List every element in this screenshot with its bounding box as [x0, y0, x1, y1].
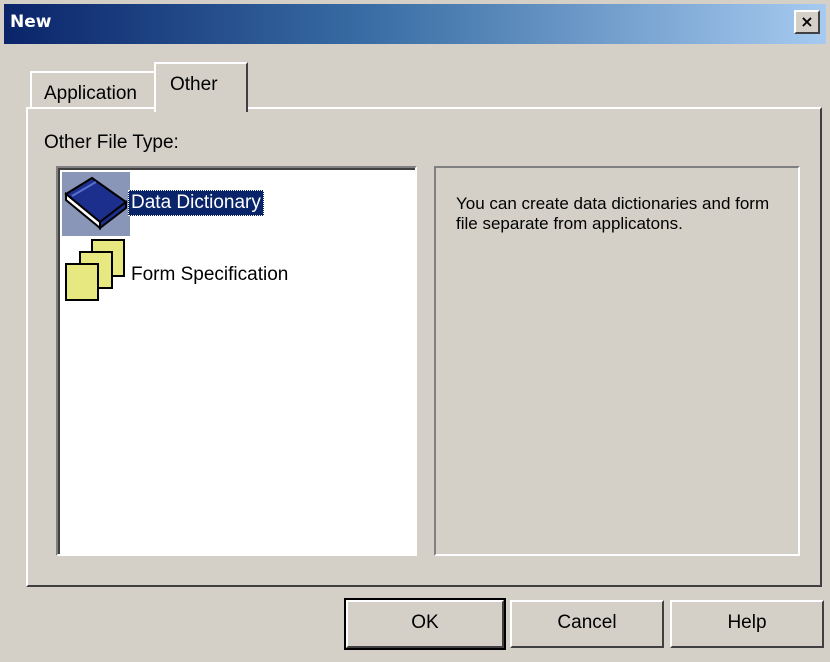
- close-button[interactable]: ×: [794, 10, 820, 34]
- cancel-button[interactable]: Cancel: [510, 600, 664, 648]
- tab-application[interactable]: Application: [30, 71, 156, 108]
- list-item-form-specification[interactable]: Form Specification: [62, 238, 402, 302]
- file-type-list[interactable]: Data Dictionary Form Specification: [56, 166, 417, 556]
- title-bar[interactable]: New ×: [4, 4, 826, 44]
- window-title: New: [10, 12, 52, 32]
- help-button[interactable]: Help: [670, 600, 824, 648]
- list-item-label: Form Specification: [131, 264, 289, 285]
- list-item-label: Data Dictionary: [128, 190, 264, 216]
- file-type-label: Other File Type:: [44, 132, 179, 153]
- book-icon: [62, 172, 130, 236]
- list-item-data-dictionary[interactable]: Data Dictionary: [62, 172, 402, 236]
- ok-button[interactable]: OK: [344, 598, 506, 650]
- tab-application-label: Application: [44, 83, 137, 104]
- description-text: You can create data dictionaries and for…: [456, 194, 770, 233]
- description-panel: You can create data dictionaries and for…: [434, 166, 800, 556]
- tab-other-label: Other: [170, 74, 218, 95]
- new-dialog: New × Application Other Other File Type:…: [0, 0, 830, 662]
- form-pages-icon: [62, 238, 130, 302]
- close-icon: ×: [800, 12, 814, 31]
- tab-other[interactable]: Other: [154, 62, 248, 112]
